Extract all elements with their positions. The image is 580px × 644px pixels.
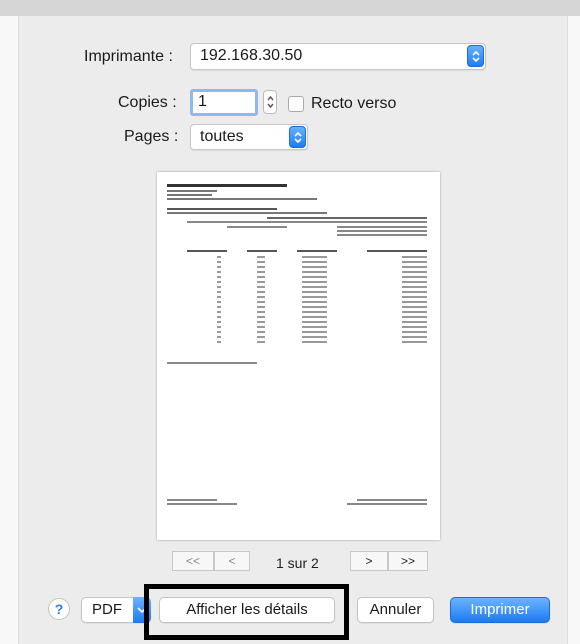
duplex-checkbox[interactable]: [288, 96, 304, 112]
updown-chevron-icon: [267, 95, 274, 109]
last-page-button[interactable]: >>: [388, 551, 428, 571]
updown-chevron-icon: [467, 45, 484, 67]
help-icon[interactable]: ?: [48, 598, 70, 620]
print-preview-page: [157, 172, 440, 540]
document-thumbnail: [167, 184, 427, 505]
printer-select[interactable]: 192.168.30.50: [190, 43, 486, 70]
first-page-button[interactable]: <<: [172, 551, 214, 571]
pages-select[interactable]: toutes: [190, 124, 308, 150]
cancel-button[interactable]: Annuler: [357, 597, 434, 623]
copies-value: 1: [198, 93, 207, 110]
duplex-label: Recto verso: [311, 95, 397, 112]
copies-input[interactable]: 1: [190, 89, 258, 116]
printer-label: Imprimante :: [84, 48, 173, 65]
pages-label: Pages :: [124, 128, 179, 145]
right-edge: [567, 16, 580, 644]
left-edge: [0, 16, 19, 644]
highlight-box: [144, 584, 349, 640]
pdf-menu-button[interactable]: PDF: [81, 597, 151, 623]
printer-value: 192.168.30.50: [200, 47, 303, 64]
print-button[interactable]: Imprimer: [450, 597, 550, 623]
updown-chevron-icon: [289, 126, 306, 148]
next-page-button[interactable]: >: [350, 551, 388, 571]
copies-label: Copies :: [118, 94, 177, 111]
copies-stepper[interactable]: [263, 90, 277, 114]
page-indicator: 1 sur 2: [276, 555, 319, 571]
pages-value: toutes: [200, 128, 244, 145]
previous-page-button[interactable]: <: [214, 551, 250, 571]
window-top-bar: [0, 0, 580, 16]
pdf-label: PDF: [92, 601, 122, 618]
